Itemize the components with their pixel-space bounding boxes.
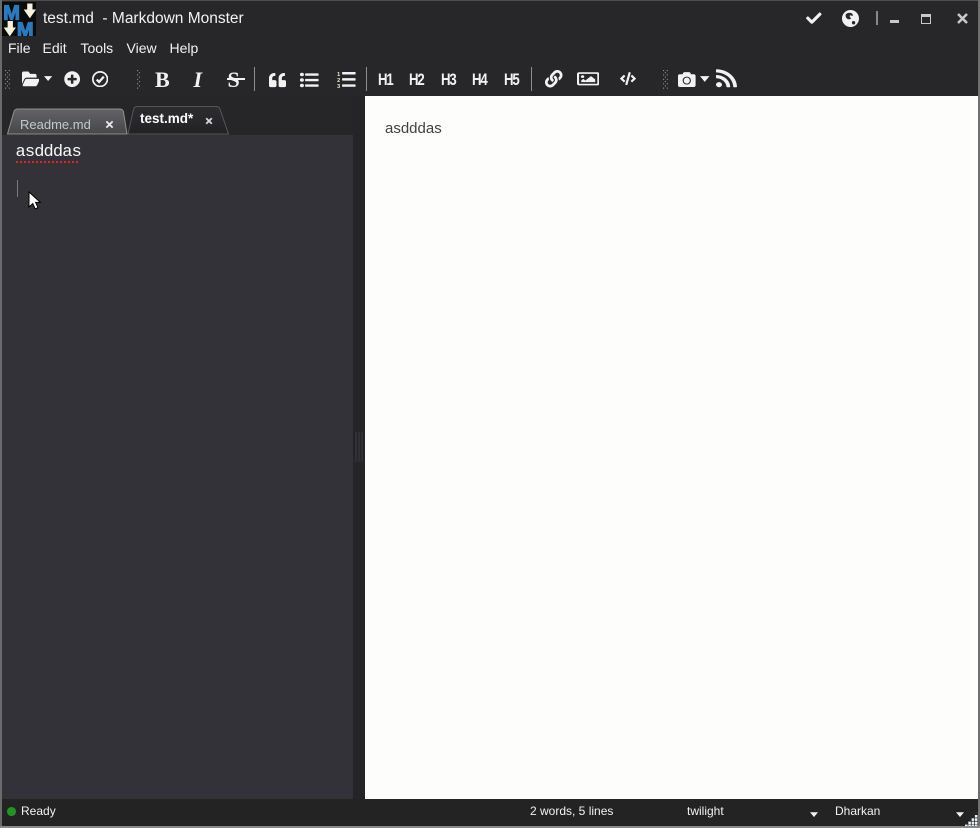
svg-text:2: 2 [337, 78, 340, 84]
svg-text:1: 1 [337, 71, 340, 77]
svg-text:3: 3 [337, 84, 340, 88]
svg-text:M: M [17, 20, 34, 36]
